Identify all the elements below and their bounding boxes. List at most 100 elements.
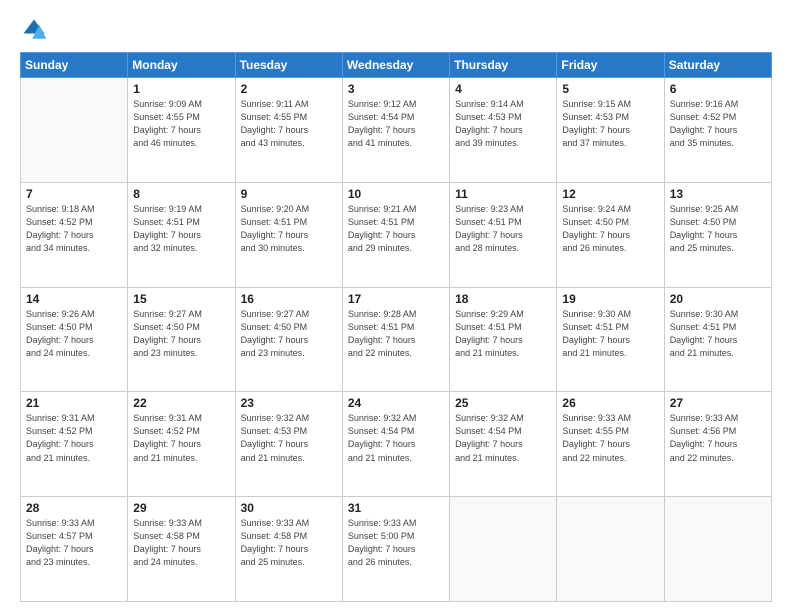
day-info: Sunrise: 9:29 AM Sunset: 4:51 PM Dayligh… [455, 308, 551, 360]
day-info: Sunrise: 9:15 AM Sunset: 4:53 PM Dayligh… [562, 98, 658, 150]
day-info: Sunrise: 9:11 AM Sunset: 4:55 PM Dayligh… [241, 98, 337, 150]
day-info: Sunrise: 9:14 AM Sunset: 4:53 PM Dayligh… [455, 98, 551, 150]
day-info: Sunrise: 9:25 AM Sunset: 4:50 PM Dayligh… [670, 203, 766, 255]
calendar-cell: 3Sunrise: 9:12 AM Sunset: 4:54 PM Daylig… [342, 78, 449, 183]
calendar-cell: 27 Sunrise: 9:33 AM Sunset: 4:56 PM Dayli… [664, 392, 771, 497]
calendar-cell: 26 Sunrise: 9:33 AM Sunset: 4:55 PM Dayli… [557, 392, 664, 497]
day-number: 8 [133, 187, 229, 201]
calendar-week-row: 28 Sunrise: 9:33 AM Sunset: 4:57 PM Dayli… [21, 497, 772, 602]
calendar-cell: 7 Sunrise: 9:18 AM Sunset: 4:52 PM Daylig… [21, 182, 128, 287]
day-info: Sunrise: 9:33 AM Sunset: 5:00 PM Dayligh… [348, 517, 444, 569]
day-number: 21 [26, 396, 122, 410]
day-number: 6 [670, 82, 766, 96]
day-number: 14 [26, 292, 122, 306]
day-number: 26 [562, 396, 658, 410]
calendar-cell: 10 Sunrise: 9:21 AM Sunset: 4:51 PM Dayli… [342, 182, 449, 287]
day-number: 15 [133, 292, 229, 306]
header [20, 16, 772, 44]
day-info: Sunrise: 9:24 AM Sunset: 4:50 PM Dayligh… [562, 203, 658, 255]
calendar-cell: 16 Sunrise: 9:27 AM Sunset: 4:50 PM Dayli… [235, 287, 342, 392]
day-number: 11 [455, 187, 551, 201]
day-number: 24 [348, 396, 444, 410]
day-number: 28 [26, 501, 122, 515]
day-number: 10 [348, 187, 444, 201]
day-info: Sunrise: 9:33 AM Sunset: 4:56 PM Dayligh… [670, 412, 766, 464]
calendar-cell: 20 Sunrise: 9:30 AM Sunset: 4:51 PM Dayli… [664, 287, 771, 392]
calendar-cell: 15 Sunrise: 9:27 AM Sunset: 4:50 PM Dayli… [128, 287, 235, 392]
day-info: Sunrise: 9:32 AM Sunset: 4:54 PM Dayligh… [455, 412, 551, 464]
logo-icon [20, 16, 48, 44]
calendar-cell: 22 Sunrise: 9:31 AM Sunset: 4:52 PM Dayli… [128, 392, 235, 497]
day-info: Sunrise: 9:33 AM Sunset: 4:58 PM Dayligh… [133, 517, 229, 569]
day-number: 17 [348, 292, 444, 306]
calendar-cell: 4 Sunrise: 9:14 AM Sunset: 4:53 PM Daylig… [450, 78, 557, 183]
day-number: 4 [455, 82, 551, 96]
calendar-cell: 5 Sunrise: 9:15 AM Sunset: 4:53 PM Daylig… [557, 78, 664, 183]
calendar-week-row: 7 Sunrise: 9:18 AM Sunset: 4:52 PM Daylig… [21, 182, 772, 287]
day-number: 5 [562, 82, 658, 96]
weekday-header-sunday: Sunday [21, 53, 128, 78]
calendar-cell: 29Sunrise: 9:33 AM Sunset: 4:58 PM Dayli… [128, 497, 235, 602]
day-number: 22 [133, 396, 229, 410]
day-number: 19 [562, 292, 658, 306]
day-info: Sunrise: 9:30 AM Sunset: 4:51 PM Dayligh… [670, 308, 766, 360]
calendar-cell: 28 Sunrise: 9:33 AM Sunset: 4:57 PM Dayli… [21, 497, 128, 602]
day-number: 23 [241, 396, 337, 410]
calendar-week-row: 1Sunrise: 9:09 AM Sunset: 4:55 PM Daylig… [21, 78, 772, 183]
day-info: Sunrise: 9:30 AM Sunset: 4:51 PM Dayligh… [562, 308, 658, 360]
calendar-cell: 24 Sunrise: 9:32 AM Sunset: 4:54 PM Dayli… [342, 392, 449, 497]
day-info: Sunrise: 9:26 AM Sunset: 4:50 PM Dayligh… [26, 308, 122, 360]
day-info: Sunrise: 9:31 AM Sunset: 4:52 PM Dayligh… [133, 412, 229, 464]
day-info: Sunrise: 9:27 AM Sunset: 4:50 PM Dayligh… [241, 308, 337, 360]
calendar-cell: 8Sunrise: 9:19 AM Sunset: 4:51 PM Daylig… [128, 182, 235, 287]
day-info: Sunrise: 9:16 AM Sunset: 4:52 PM Dayligh… [670, 98, 766, 150]
calendar-cell: 23Sunrise: 9:32 AM Sunset: 4:53 PM Dayli… [235, 392, 342, 497]
day-number: 31 [348, 501, 444, 515]
weekday-header-thursday: Thursday [450, 53, 557, 78]
day-info: Sunrise: 9:12 AM Sunset: 4:54 PM Dayligh… [348, 98, 444, 150]
weekday-header-friday: Friday [557, 53, 664, 78]
calendar-cell: 19 Sunrise: 9:30 AM Sunset: 4:51 PM Dayli… [557, 287, 664, 392]
day-number: 7 [26, 187, 122, 201]
day-number: 1 [133, 82, 229, 96]
page: SundayMondayTuesdayWednesdayThursdayFrid… [0, 0, 792, 612]
calendar-cell: 30Sunrise: 9:33 AM Sunset: 4:58 PM Dayli… [235, 497, 342, 602]
calendar-cell: 17Sunrise: 9:28 AM Sunset: 4:51 PM Dayli… [342, 287, 449, 392]
day-info: Sunrise: 9:21 AM Sunset: 4:51 PM Dayligh… [348, 203, 444, 255]
day-info: Sunrise: 9:18 AM Sunset: 4:52 PM Dayligh… [26, 203, 122, 255]
weekday-header-monday: Monday [128, 53, 235, 78]
logo [20, 16, 52, 44]
day-info: Sunrise: 9:32 AM Sunset: 4:54 PM Dayligh… [348, 412, 444, 464]
calendar-cell [450, 497, 557, 602]
calendar-cell [557, 497, 664, 602]
day-info: Sunrise: 9:23 AM Sunset: 4:51 PM Dayligh… [455, 203, 551, 255]
day-info: Sunrise: 9:20 AM Sunset: 4:51 PM Dayligh… [241, 203, 337, 255]
calendar-cell: 11 Sunrise: 9:23 AM Sunset: 4:51 PM Dayli… [450, 182, 557, 287]
calendar-cell: 9 Sunrise: 9:20 AM Sunset: 4:51 PM Daylig… [235, 182, 342, 287]
calendar-cell [21, 78, 128, 183]
calendar-table: SundayMondayTuesdayWednesdayThursdayFrid… [20, 52, 772, 602]
day-info: Sunrise: 9:33 AM Sunset: 4:55 PM Dayligh… [562, 412, 658, 464]
calendar-cell: 18 Sunrise: 9:29 AM Sunset: 4:51 PM Dayli… [450, 287, 557, 392]
calendar-cell: 25 Sunrise: 9:32 AM Sunset: 4:54 PM Dayli… [450, 392, 557, 497]
calendar-cell: 12Sunrise: 9:24 AM Sunset: 4:50 PM Dayli… [557, 182, 664, 287]
calendar-cell: 21 Sunrise: 9:31 AM Sunset: 4:52 PM Dayli… [21, 392, 128, 497]
day-info: Sunrise: 9:27 AM Sunset: 4:50 PM Dayligh… [133, 308, 229, 360]
day-info: Sunrise: 9:33 AM Sunset: 4:58 PM Dayligh… [241, 517, 337, 569]
day-info: Sunrise: 9:33 AM Sunset: 4:57 PM Dayligh… [26, 517, 122, 569]
day-number: 16 [241, 292, 337, 306]
weekday-header-row: SundayMondayTuesdayWednesdayThursdayFrid… [21, 53, 772, 78]
day-number: 27 [670, 396, 766, 410]
calendar-cell: 1Sunrise: 9:09 AM Sunset: 4:55 PM Daylig… [128, 78, 235, 183]
day-number: 25 [455, 396, 551, 410]
calendar-cell: 13Sunrise: 9:25 AM Sunset: 4:50 PM Dayli… [664, 182, 771, 287]
calendar-cell: 2Sunrise: 9:11 AM Sunset: 4:55 PM Daylig… [235, 78, 342, 183]
day-info: Sunrise: 9:31 AM Sunset: 4:52 PM Dayligh… [26, 412, 122, 464]
day-number: 20 [670, 292, 766, 306]
day-number: 9 [241, 187, 337, 201]
weekday-header-saturday: Saturday [664, 53, 771, 78]
calendar-week-row: 21 Sunrise: 9:31 AM Sunset: 4:52 PM Dayli… [21, 392, 772, 497]
calendar-week-row: 14 Sunrise: 9:26 AM Sunset: 4:50 PM Dayli… [21, 287, 772, 392]
day-number: 18 [455, 292, 551, 306]
calendar-cell: 14 Sunrise: 9:26 AM Sunset: 4:50 PM Dayli… [21, 287, 128, 392]
